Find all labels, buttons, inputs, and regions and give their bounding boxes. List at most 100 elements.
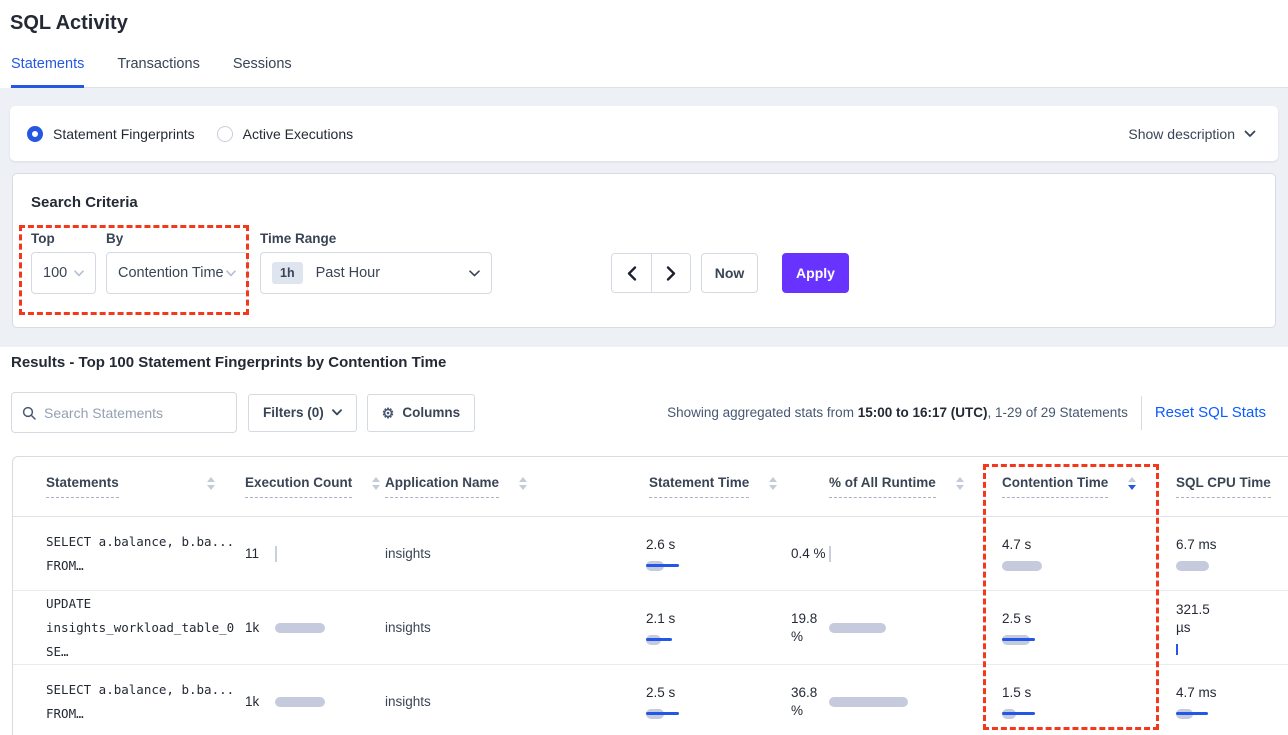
bar-chart: [1002, 708, 1176, 720]
time-range-label: Time Range: [260, 231, 492, 246]
top-select-value: 100: [43, 265, 67, 281]
statement-line: FROM…: [46, 554, 245, 578]
column-header-execution-count[interactable]: Execution Count: [245, 475, 385, 498]
search-criteria-fields: Top 100 By Contention Time: [31, 231, 1257, 294]
column-header-contention-time[interactable]: Contention Time: [1002, 475, 1176, 498]
bar-tick: [275, 546, 277, 562]
column-header-pct-runtime[interactable]: % of All Runtime: [791, 475, 1002, 498]
statement-line: SELECT a.balance, b.ba...: [46, 530, 245, 554]
mid-section: Statement Fingerprints Active Executions…: [0, 88, 1288, 347]
pct-runtime-cell: 36.8 %: [791, 684, 1002, 720]
bar-grey: [275, 697, 325, 707]
search-icon: [22, 406, 36, 420]
sort-icon[interactable]: [207, 477, 215, 490]
application-name-cell: insights: [385, 620, 646, 635]
column-header-application-name[interactable]: Application Name: [385, 475, 646, 498]
filters-button[interactable]: Filters (0): [248, 394, 357, 432]
cell-value: 19.8 %: [791, 610, 829, 646]
time-range-actions: Now Apply: [492, 253, 849, 293]
bar-chart: [1176, 643, 1288, 655]
bar-chart: [1176, 560, 1288, 572]
table-row: UPDATEinsights_workload_table_0 SE…1kins…: [13, 591, 1288, 665]
statement-time-cell: 2.5 s: [646, 684, 791, 720]
chevron-left-icon: [627, 266, 637, 281]
by-select-value: Contention Time: [118, 265, 224, 281]
by-label: By: [106, 231, 248, 246]
statement-fingerprint-link[interactable]: UPDATEinsights_workload_table_0 SE…: [13, 592, 245, 664]
cell-value: 4.7 ms: [1176, 684, 1224, 702]
time-range-select[interactable]: 1h Past Hour: [260, 252, 492, 294]
sort-icon[interactable]: [956, 477, 964, 490]
toolbar-divider: [1141, 396, 1142, 430]
top-select[interactable]: 100: [31, 252, 96, 294]
cell-value: 0.4 %: [791, 545, 829, 563]
statement-line: UPDATE: [46, 592, 245, 616]
next-time-window-button[interactable]: [651, 254, 690, 292]
cell-value: 36.8 %: [791, 684, 829, 720]
bar-chart: [275, 622, 385, 634]
time-window-stepper: [611, 253, 691, 293]
tab-sessions[interactable]: Sessions: [233, 56, 292, 87]
columns-button[interactable]: ⚙ Columns: [367, 394, 475, 432]
time-range-value: Past Hour: [316, 265, 380, 281]
chevron-down-icon: [469, 270, 480, 277]
bar-line: [1002, 638, 1035, 641]
chevron-down-icon: [226, 270, 236, 277]
execution-count-cell: 1k: [245, 693, 385, 711]
tab-statements[interactable]: Statements: [11, 56, 84, 88]
radio-unselected-icon[interactable]: [217, 126, 233, 142]
column-header-statements[interactable]: Statements: [13, 475, 245, 498]
top-label: Top: [31, 231, 96, 246]
column-header-statement-time[interactable]: Statement Time: [646, 475, 791, 498]
previous-time-window-button[interactable]: [612, 254, 651, 292]
application-name-cell: insights: [385, 694, 646, 709]
show-description-toggle[interactable]: Show description: [1128, 126, 1256, 142]
bar-chart: [1002, 634, 1176, 646]
now-button[interactable]: Now: [701, 253, 758, 293]
bar-chart: [646, 560, 791, 572]
column-header-sql-cpu-time[interactable]: SQL CPU Time: [1176, 475, 1288, 498]
apply-button[interactable]: Apply: [782, 253, 849, 293]
search-statements-input[interactable]: [44, 405, 226, 421]
table-row: SELECT a.balance, b.ba...FROM…11insights…: [13, 517, 1288, 591]
table-body: SELECT a.balance, b.ba...FROM…11insights…: [13, 517, 1288, 735]
bar-grey: [829, 697, 908, 707]
sql-cpu-time-cell: 6.7 ms: [1176, 536, 1288, 572]
sql-activity-page: SQL Activity Statements Transactions Ses…: [0, 0, 1288, 735]
bar-grey: [829, 623, 886, 633]
search-criteria-card: Search Criteria Top 100 By Contenti: [12, 173, 1276, 328]
sort-icon[interactable]: [769, 477, 777, 490]
execution-count-cell: 1k: [245, 619, 385, 637]
radio-statement-fingerprints[interactable]: Statement Fingerprints: [27, 126, 195, 142]
by-field-group: By Contention Time: [106, 231, 248, 294]
cell-value: 321.5 µs: [1176, 601, 1224, 637]
stats-time-period: 15:00 to 16:17 (UTC): [858, 405, 988, 420]
bar-chart: [829, 696, 1002, 708]
chevron-down-icon: [1244, 130, 1256, 138]
chevron-down-icon: [332, 409, 342, 416]
statement-time-cell: 2.6 s: [646, 536, 791, 572]
tab-transactions[interactable]: Transactions: [117, 56, 199, 87]
statement-fingerprint-link[interactable]: SELECT a.balance, b.ba...FROM…: [13, 678, 245, 726]
pct-runtime-cell: 19.8 %: [791, 610, 1002, 646]
radio-active-executions[interactable]: Active Executions: [217, 126, 354, 142]
table-row: SELECT a.balance, b.ba...FROM…1kinsights…: [13, 665, 1288, 735]
bar-chart: [1176, 708, 1288, 720]
radio-selected-icon[interactable]: [27, 126, 43, 142]
bar-line: [1002, 712, 1035, 715]
cell-value: 4.7 s: [1002, 536, 1176, 554]
statements-table: Statements Execution Count Application N…: [12, 456, 1288, 735]
statement-fingerprint-link[interactable]: SELECT a.balance, b.ba...FROM…: [13, 530, 245, 578]
bar-chart: [275, 548, 385, 560]
contention-time-cell: 1.5 s: [1002, 684, 1176, 720]
statement-line: insights_workload_table_0 SE…: [46, 616, 245, 664]
sort-icon[interactable]: [372, 477, 380, 490]
sort-icon[interactable]: [519, 477, 527, 490]
by-select[interactable]: Contention Time: [106, 252, 248, 294]
time-range-group: Time Range 1h Past Hour: [260, 231, 492, 294]
reset-sql-stats-link[interactable]: Reset SQL Stats: [1155, 404, 1266, 421]
chevron-down-icon: [74, 270, 84, 277]
sort-icon-descending[interactable]: [1128, 477, 1136, 490]
columns-button-label: Columns: [402, 405, 460, 420]
statement-time-cell: 2.1 s: [646, 610, 791, 646]
